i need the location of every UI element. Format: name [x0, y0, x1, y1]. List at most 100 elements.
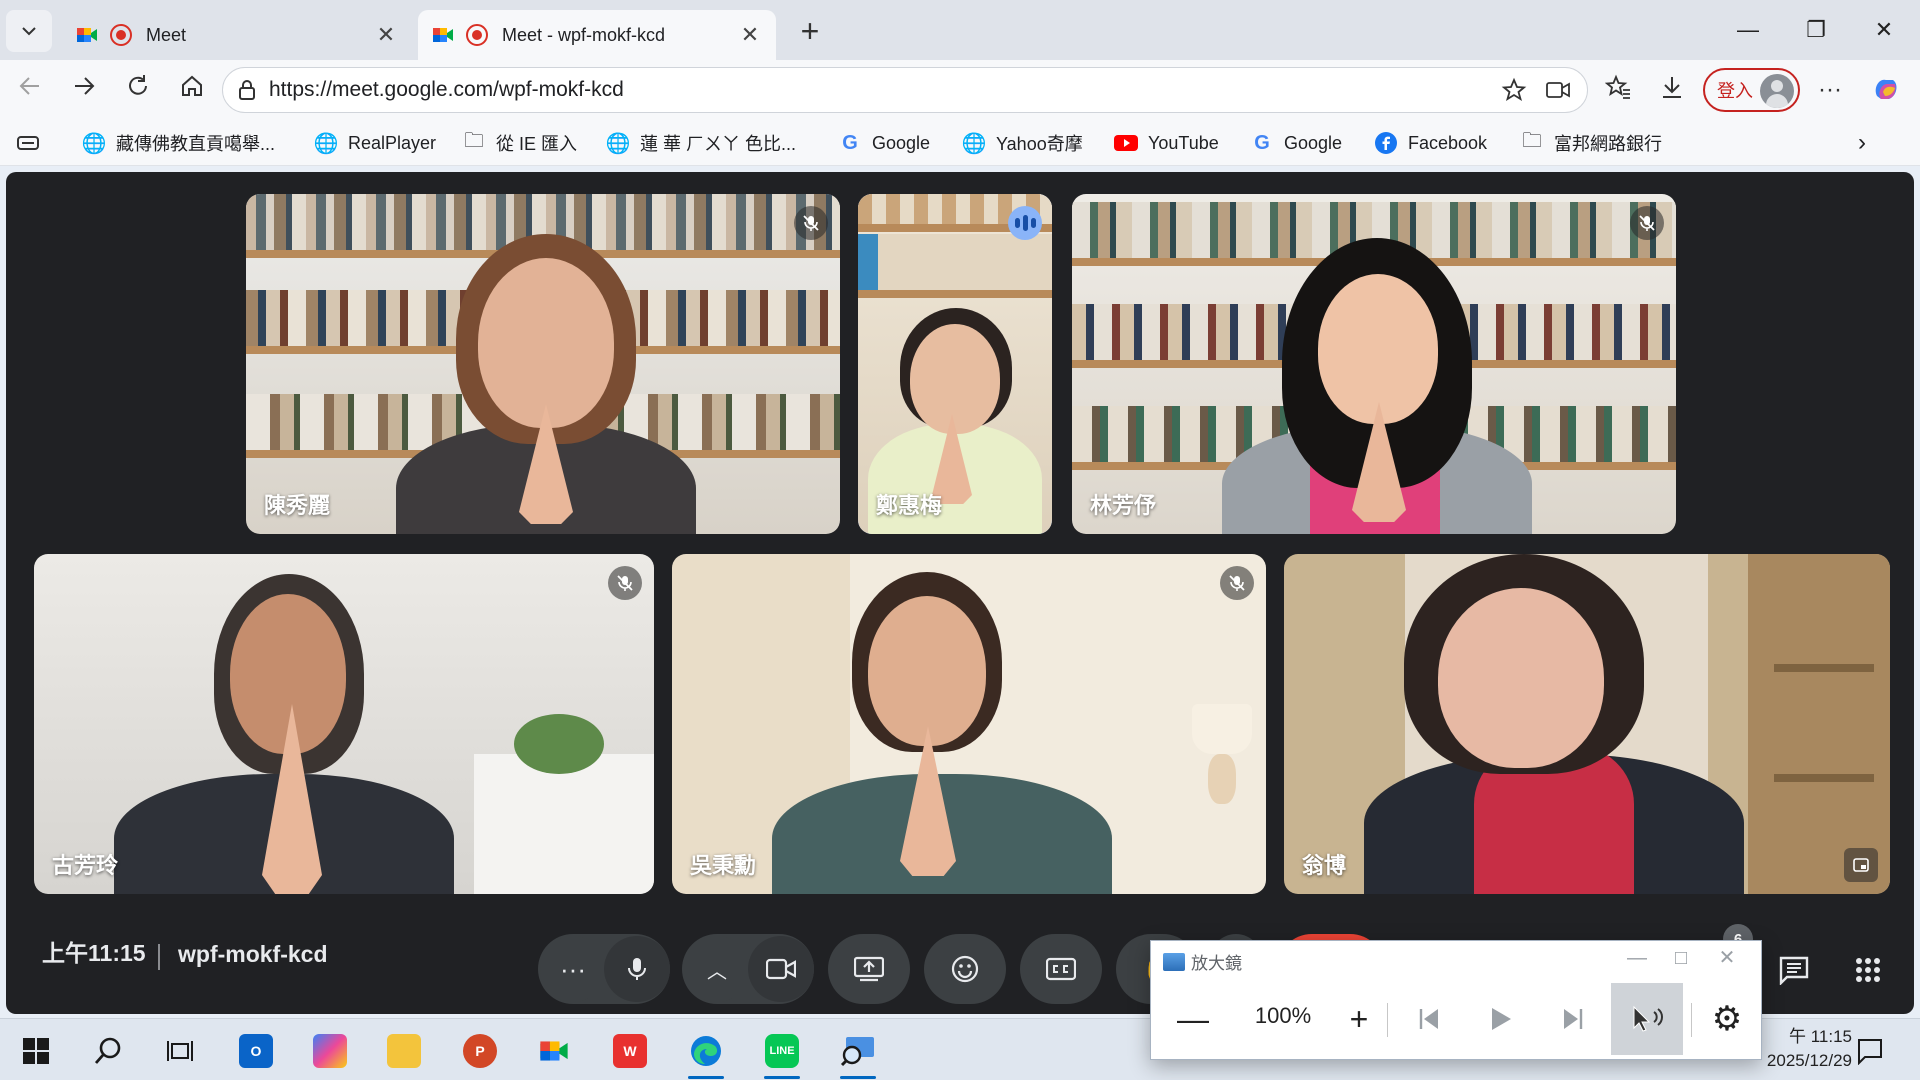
- microphone-button[interactable]: [604, 936, 670, 1002]
- chat-button[interactable]: [1774, 950, 1814, 990]
- bookmark-label: 蓮 華 ㄏㄨㄚ 色比...: [640, 134, 797, 154]
- bookmark-folder[interactable]: 🗀 從 IE 匯入: [462, 128, 577, 158]
- bookmarks-overflow-button[interactable]: ›: [1858, 128, 1866, 158]
- video-camera-icon[interactable]: [1545, 77, 1571, 103]
- copilot-app[interactable]: [306, 1027, 354, 1075]
- magnifier-maximize-button[interactable]: □: [1659, 943, 1703, 973]
- powerpoint-app[interactable]: P: [456, 1027, 504, 1075]
- zoom-out-button[interactable]: —: [1165, 991, 1221, 1047]
- zoom-in-button[interactable]: +: [1331, 991, 1387, 1047]
- participant-name: 翁博: [1302, 853, 1347, 878]
- chevron-up-icon: ︿: [707, 960, 727, 983]
- more-horizontal-icon: ···: [1818, 76, 1842, 103]
- outlook-app[interactable]: O: [232, 1027, 280, 1075]
- notifications-button[interactable]: [1846, 1027, 1894, 1075]
- bookmark-item[interactable]: G Google: [1250, 128, 1342, 158]
- tab-title: Meet - wpf-mokf-kcd: [502, 24, 666, 45]
- present-screen-icon: [854, 956, 884, 982]
- magnifier-settings-button[interactable]: ⚙: [1699, 991, 1755, 1047]
- participant-tile-speaking[interactable]: 鄭惠梅: [858, 194, 1052, 534]
- plus-icon: +: [1349, 1000, 1369, 1037]
- microphone-icon: [628, 958, 646, 980]
- search-icon: [94, 1037, 121, 1064]
- magnifier-close-button[interactable]: ✕: [1705, 943, 1749, 973]
- read-previous-button[interactable]: [1401, 991, 1457, 1047]
- edge-app[interactable]: [682, 1027, 730, 1079]
- folder-icon: [387, 1034, 421, 1068]
- activities-button[interactable]: [1848, 950, 1888, 990]
- avatar: [1760, 74, 1794, 108]
- captions-button[interactable]: [1020, 934, 1102, 1004]
- start-button[interactable]: [12, 1027, 60, 1075]
- refresh-icon: [129, 75, 147, 95]
- address-bar[interactable]: https://meet.google.com/wpf-mokf-kcd: [222, 67, 1588, 113]
- tab-meet-active[interactable]: Meet - wpf-mokf-kcd ✕: [418, 10, 776, 60]
- forward-button[interactable]: [66, 72, 102, 108]
- bookmark-label: 從 IE 匯入: [496, 134, 578, 154]
- new-tab-button[interactable]: +: [790, 12, 830, 52]
- video-settings-button[interactable]: ︿: [684, 936, 750, 1002]
- read-next-button[interactable]: [1545, 991, 1601, 1047]
- lock-icon[interactable]: [237, 79, 257, 101]
- participant-name: 吳秉勳: [690, 853, 757, 878]
- magnifier-minimize-button[interactable]: —: [1615, 943, 1659, 973]
- bookmark-item[interactable]: 🌐 Yahoo奇摩: [962, 128, 1083, 158]
- bookmark-item[interactable]: Facebook: [1374, 128, 1487, 158]
- participant-tile[interactable]: 吳秉勳: [672, 554, 1266, 894]
- search-button[interactable]: [84, 1027, 132, 1075]
- participant-name: 陳秀麗: [264, 493, 331, 518]
- participant-tile[interactable]: 林芳伃: [1072, 194, 1676, 534]
- browser-tab-strip: Meet ✕ Meet - wpf-mokf-kcd ✕ + — ❐ ✕: [0, 0, 1920, 60]
- copilot-button[interactable]: [1870, 74, 1902, 106]
- bookmark-folder[interactable]: 🗀 富邦網路銀行: [1520, 128, 1662, 158]
- present-screen-button[interactable]: [828, 934, 910, 1004]
- bookmark-item[interactable]: 🌐 藏傳佛教直貢噶舉...: [82, 128, 275, 158]
- camera-button[interactable]: [748, 936, 814, 1002]
- line-app[interactable]: LINE: [758, 1027, 806, 1079]
- bookmark-label: 藏傳佛教直貢噶舉...: [116, 134, 276, 154]
- participant-tile[interactable]: 陳秀麗: [246, 194, 840, 534]
- refresh-button[interactable]: [120, 72, 156, 108]
- read-play-button[interactable]: [1473, 991, 1529, 1047]
- audio-settings-button[interactable]: ···: [540, 936, 606, 1002]
- tab-actions-menu-button[interactable]: [6, 10, 52, 52]
- close-tab-icon[interactable]: ✕: [374, 22, 398, 48]
- home-button[interactable]: [174, 72, 210, 108]
- reactions-button[interactable]: [924, 934, 1006, 1004]
- read-from-here-button[interactable]: [1611, 983, 1683, 1055]
- bookmark-item[interactable]: 🌐 蓮 華 ㄏㄨㄚ 色比...: [606, 128, 796, 158]
- pin-tile-icon[interactable]: [1844, 848, 1878, 882]
- wps-app[interactable]: W: [606, 1027, 654, 1075]
- magnifier-app[interactable]: [834, 1027, 882, 1079]
- bookmark-label: Yahoo奇摩: [996, 134, 1083, 154]
- tab-meet[interactable]: Meet ✕: [62, 10, 412, 60]
- bookmark-item[interactable]: G Google: [838, 128, 930, 158]
- participant-tile[interactable]: 古芳玲: [34, 554, 654, 894]
- close-tab-icon[interactable]: ✕: [738, 22, 762, 48]
- bookmark-item[interactable]: 🌐 RealPlayer: [314, 128, 437, 158]
- magnifier-icon: [840, 1037, 874, 1067]
- bookmark-item[interactable]: YouTube: [1114, 128, 1219, 158]
- closed-captions-icon: [1046, 957, 1076, 981]
- microphone-off-icon: [794, 206, 828, 240]
- meet-stage: 陳秀麗 鄭惠梅 林芳伃 古芳玲 吳秉勳 翁博 上午11:15 wpf-mokf-…: [6, 172, 1914, 1014]
- more-options-button[interactable]: ···: [1814, 74, 1846, 106]
- close-window-button[interactable]: ✕: [1856, 10, 1912, 50]
- chevron-right-icon: ›: [1858, 129, 1866, 156]
- favorites-button[interactable]: [1602, 74, 1634, 106]
- star-icon[interactable]: [1501, 77, 1527, 103]
- google-meet-icon: [540, 1041, 568, 1061]
- participant-tile[interactable]: 翁博: [1284, 554, 1890, 894]
- bookmark-apps-button[interactable]: [16, 128, 40, 158]
- bookmark-label: Facebook: [1408, 132, 1488, 153]
- task-view-button[interactable]: [156, 1027, 204, 1075]
- sign-in-button[interactable]: 登入: [1703, 68, 1800, 112]
- home-icon: [182, 75, 202, 96]
- google-meet-app[interactable]: [530, 1027, 578, 1075]
- back-button[interactable]: [12, 72, 48, 108]
- chevron-down-icon: [22, 27, 36, 36]
- file-explorer-app[interactable]: [380, 1027, 428, 1075]
- downloads-button[interactable]: [1656, 74, 1688, 106]
- minimize-button[interactable]: —: [1720, 10, 1776, 50]
- restore-button[interactable]: ❐: [1788, 10, 1844, 50]
